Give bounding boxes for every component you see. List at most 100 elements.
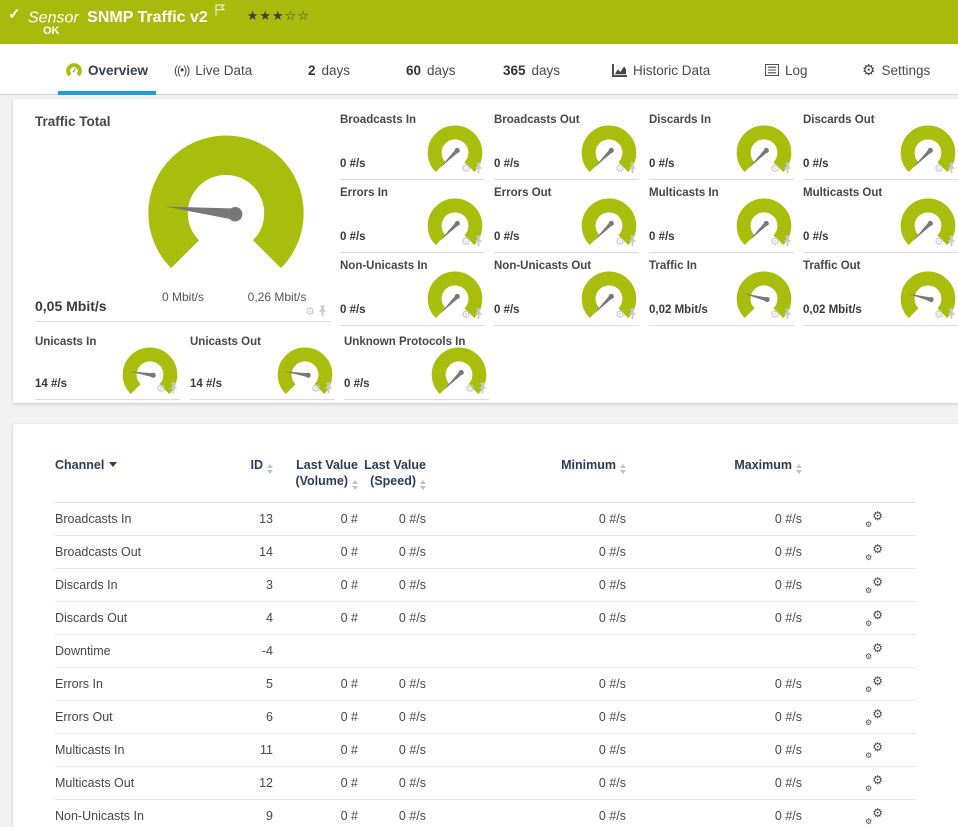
tile-actions[interactable]: ⚙ — [770, 235, 792, 247]
channel-settings-button[interactable]: ⚙⚙ — [865, 577, 883, 593]
column-header-id[interactable]: ID — [225, 457, 273, 474]
channel-settings-button[interactable]: ⚙⚙ — [865, 511, 883, 527]
tile-actions[interactable]: ⚙ — [461, 308, 483, 320]
gauge-tile-multicasts-in[interactable]: Multicasts In 0 #/s ⚙ — [649, 185, 794, 253]
column-header-last-value-volume[interactable]: Last Value(Volume) — [273, 457, 358, 490]
priority-stars[interactable]: ★★★☆☆ — [247, 9, 310, 24]
tile-actions[interactable]: ⚙ — [461, 235, 483, 247]
gauge-tile-traffic-out[interactable]: Traffic Out 0,02 Mbit/s ⚙ — [803, 258, 958, 326]
tab-log[interactable]: Log — [763, 56, 810, 94]
gauge-value: 0 #/s — [803, 158, 829, 170]
gauge-tile-errors-out[interactable]: Errors Out 0 #/s ⚙ — [494, 185, 639, 253]
column-header-last-value-speed[interactable]: Last Value(Speed) — [358, 457, 426, 490]
cell-channel[interactable]: Non-Unicasts In — [55, 809, 225, 823]
cell-last-value-speed: 0 #/s — [358, 545, 426, 559]
channel-settings-button[interactable]: ⚙⚙ — [865, 775, 883, 791]
tile-actions[interactable]: ⚙ — [934, 162, 956, 174]
gauge-tile-discards-out[interactable]: Discards Out 0 #/s ⚙ — [803, 112, 958, 180]
sensor-kind-label: Sensor — [28, 9, 79, 26]
gauge-value: 0 #/s — [340, 231, 366, 243]
gauge-tile-unknown-protocols-in[interactable]: Unknown Protocols In 0 #/s ⚙ — [344, 334, 489, 400]
tab-live-data[interactable]: ((•))Live Data — [172, 56, 254, 94]
tab-2-days[interactable]: 2days — [306, 56, 352, 94]
gauge-tile-broadcasts-in[interactable]: Broadcasts In 0 #/s ⚙ — [340, 112, 485, 180]
channel-settings-button[interactable]: ⚙⚙ — [865, 742, 883, 758]
cell-maximum: 0 #/s — [626, 710, 802, 724]
cell-channel[interactable]: Multicasts In — [55, 743, 225, 757]
cell-id: 9 — [225, 809, 273, 823]
cell-channel[interactable]: Errors Out — [55, 710, 225, 724]
gauge-tile-unicasts-out[interactable]: Unicasts Out 14 #/s ⚙ — [190, 334, 335, 400]
cell-maximum: 0 #/s — [626, 545, 802, 559]
tile-actions[interactable]: ⚙ — [305, 305, 327, 317]
gauge-tile-unicasts-in[interactable]: Unicasts In 14 #/s ⚙ — [35, 334, 180, 400]
column-header-channel[interactable]: Channel — [55, 457, 225, 473]
cell-minimum: 0 #/s — [426, 677, 626, 691]
status-check-icon: ✓ — [8, 5, 21, 23]
gear-icon: ⚙ — [156, 383, 166, 394]
gear-icon: ⚙ — [465, 383, 475, 394]
channel-settings-button[interactable]: ⚙⚙ — [865, 808, 883, 824]
channel-settings-button[interactable]: ⚙⚙ — [865, 709, 883, 725]
gear-icon: ⚙ — [770, 309, 780, 320]
tile-actions[interactable]: ⚙ — [465, 382, 487, 394]
tab-overview[interactable]: Overview — [64, 56, 150, 94]
tab-settings[interactable]: ⚙Settings — [860, 56, 932, 94]
tile-actions[interactable]: ⚙ — [615, 162, 637, 174]
gauge-title: Multicasts In — [649, 187, 719, 199]
channel-settings-button[interactable]: ⚙⚙ — [865, 643, 883, 659]
channel-settings-button[interactable]: ⚙⚙ — [865, 544, 883, 560]
gauge-tile-broadcasts-out[interactable]: Broadcasts Out 0 #/s ⚙ — [494, 112, 639, 180]
tile-actions[interactable]: ⚙ — [934, 235, 956, 247]
cell-last-value-speed: 0 #/s — [358, 710, 426, 724]
cell-channel[interactable]: Discards In — [55, 578, 225, 592]
cell-channel[interactable]: Discards Out — [55, 611, 225, 625]
tile-actions[interactable]: ⚙ — [615, 308, 637, 320]
channel-settings-button[interactable]: ⚙⚙ — [865, 676, 883, 692]
gauge-value: 0 #/s — [494, 231, 520, 243]
gauge-value: 14 #/s — [190, 378, 222, 390]
gauge-title: Unicasts In — [35, 336, 96, 348]
channel-settings-button[interactable]: ⚙⚙ — [865, 610, 883, 626]
cell-channel[interactable]: Broadcasts Out — [55, 545, 225, 559]
tile-actions[interactable]: ⚙ — [615, 235, 637, 247]
tab-60-days[interactable]: 60days — [404, 56, 458, 94]
cell-channel[interactable]: Downtime — [55, 644, 225, 658]
cell-channel[interactable]: Broadcasts In — [55, 512, 225, 526]
tab-365-days[interactable]: 365days — [501, 56, 562, 94]
table-row-non-unicasts-in: Non-Unicasts In 9 0 # 0 #/s 0 #/s 0 #/s … — [55, 800, 916, 827]
tile-actions[interactable]: ⚙ — [461, 162, 483, 174]
gauge-tile-multicasts-out[interactable]: Multicasts Out 0 #/s ⚙ — [803, 185, 958, 253]
cell-id: 11 — [225, 743, 273, 757]
tile-actions[interactable]: ⚙ — [156, 382, 178, 394]
status-badge: OK — [43, 25, 60, 37]
flag-icon[interactable] — [215, 3, 226, 21]
pin-icon — [169, 382, 178, 394]
pin-icon — [947, 308, 956, 320]
gauge-tile-discards-in[interactable]: Discards In 0 #/s ⚙ — [649, 112, 794, 180]
tile-actions[interactable]: ⚙ — [770, 162, 792, 174]
gauge-tile-traffic-total[interactable]: Traffic Total 0 Mbit/s 0,26 Mbit/s 0,05 … — [35, 112, 331, 322]
gauge-tile-traffic-in[interactable]: Traffic In 0,02 Mbit/s ⚙ — [649, 258, 794, 326]
column-header-maximum[interactable]: Maximum — [626, 457, 802, 474]
gauges-panel: Traffic Total 0 Mbit/s 0,26 Mbit/s 0,05 … — [13, 99, 958, 403]
tab-label: Settings — [881, 63, 930, 78]
tab-label: days — [322, 63, 351, 78]
column-header-minimum[interactable]: Minimum — [426, 457, 626, 474]
gauge-title: Errors In — [340, 187, 388, 199]
cell-last-value-speed: 0 #/s — [358, 578, 426, 592]
cell-minimum: 0 #/s — [426, 578, 626, 592]
tab-label: days — [532, 63, 561, 78]
gauge-tile-non-unicasts-out[interactable]: Non-Unicasts Out 0 #/s ⚙ — [494, 258, 639, 326]
cell-channel[interactable]: Errors In — [55, 677, 225, 691]
gauge-title: Unicasts Out — [190, 336, 261, 348]
cell-minimum: 0 #/s — [426, 710, 626, 724]
tile-actions[interactable]: ⚙ — [934, 308, 956, 320]
tab-historic-data[interactable]: Historic Data — [610, 56, 712, 94]
tile-actions[interactable]: ⚙ — [311, 382, 333, 394]
table-row-broadcasts-in: Broadcasts In 13 0 # 0 #/s 0 #/s 0 #/s ⚙… — [55, 503, 916, 536]
tile-actions[interactable]: ⚙ — [770, 308, 792, 320]
cell-channel[interactable]: Multicasts Out — [55, 776, 225, 790]
gauge-tile-non-unicasts-in[interactable]: Non-Unicasts In 0 #/s ⚙ — [340, 258, 485, 326]
gauge-tile-errors-in[interactable]: Errors In 0 #/s ⚙ — [340, 185, 485, 253]
